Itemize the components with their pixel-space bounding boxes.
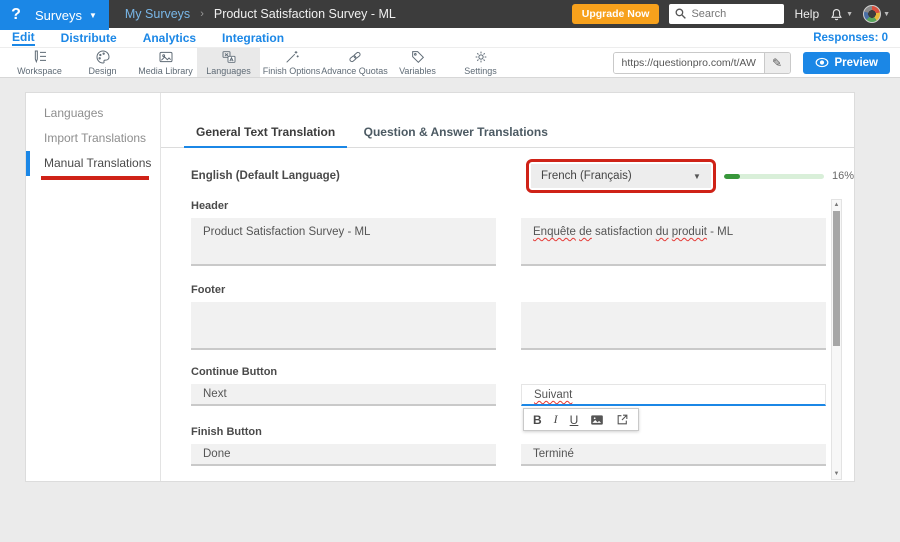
scroll-up-icon[interactable]: ▲ (832, 200, 841, 210)
nav-analytics[interactable]: Analytics (143, 31, 196, 45)
language-selector-row: English (Default Language) French (Franç… (161, 161, 854, 191)
vertical-scrollbar[interactable]: ▲ ▼ (831, 199, 842, 480)
breadcrumb-my-surveys[interactable]: My Surveys (125, 7, 190, 21)
bell-icon (829, 7, 844, 22)
nav-distribute[interactable]: Distribute (61, 31, 117, 45)
annotation-red-underline (41, 176, 149, 180)
survey-url-input[interactable] (614, 53, 764, 73)
insert-image-button[interactable] (590, 414, 604, 426)
chevron-down-icon: ▼ (89, 11, 97, 20)
design-icon (94, 49, 112, 65)
translation-progress-percent: 16% (832, 170, 854, 182)
chevron-down-icon: ▼ (693, 172, 701, 181)
global-search (669, 4, 784, 24)
work-area: Languages Import Translations Manual Tra… (0, 78, 900, 542)
toolbar-item-media-library[interactable]: Media Library (134, 48, 197, 77)
questionpro-logo-icon[interactable]: ? (6, 5, 26, 25)
scroll-down-icon[interactable]: ▼ (832, 469, 841, 479)
underline-button[interactable]: U (570, 413, 579, 427)
finish-source-field[interactable] (191, 444, 496, 466)
preview-button[interactable]: Preview (803, 52, 890, 74)
footer-translation-field[interactable] (521, 302, 826, 350)
variables-icon (409, 49, 427, 65)
media-library-icon (157, 49, 175, 65)
translations-content: General Text Translation Question & Answ… (161, 93, 854, 481)
external-link-icon (616, 413, 629, 426)
field-row-header: Header Product Satisfaction Survey - ML … (191, 200, 854, 266)
avatar (863, 5, 881, 23)
translation-tabs: General Text Translation Question & Answ… (161, 123, 854, 148)
responses-count[interactable]: Responses: 0 (813, 32, 888, 44)
target-language-dropdown[interactable]: French (Français) ▼ (531, 164, 711, 188)
survey-nav: Edit Distribute Analytics Integration Re… (0, 28, 900, 48)
toolbar-item-languages[interactable]: Languages (197, 48, 260, 77)
top-right-controls: Upgrade Now Help ▼ ▼ (572, 0, 900, 28)
workspace-icon (31, 49, 49, 65)
toolbar-item-design[interactable]: Design (71, 48, 134, 77)
italic-button[interactable]: I (554, 412, 558, 427)
sidebar-item-languages[interactable]: Languages (26, 101, 160, 126)
edit-url-icon[interactable]: ✎ (764, 53, 790, 73)
translations-panel: Languages Import Translations Manual Tra… (25, 92, 855, 482)
account-menu[interactable]: ▼ (863, 5, 890, 23)
scrollbar-thumb[interactable] (833, 211, 840, 346)
translation-rows: Header Product Satisfaction Survey - ML … (161, 200, 854, 482)
header-translation-field[interactable]: Enquête de satisfaction du produit - ML (521, 218, 826, 266)
toolbar-spacer (512, 48, 613, 77)
survey-title: Product Satisfaction Survey - ML (214, 7, 396, 21)
languages-icon (220, 49, 238, 65)
edit-toolbar: Workspace Design Media Library Languages… (0, 48, 900, 78)
image-icon (590, 414, 604, 426)
toolbar-item-advance-quotas[interactable]: Advance Quotas (323, 48, 386, 77)
eye-icon (815, 57, 829, 68)
toolbar-item-finish-options[interactable]: Finish Options (260, 48, 323, 77)
notifications-menu[interactable]: ▼ (829, 7, 853, 22)
sidebar-item-manual-translations[interactable]: Manual Translations (26, 151, 160, 176)
header-source-field[interactable]: Product Satisfaction Survey - ML (191, 218, 496, 266)
help-link[interactable]: Help (794, 7, 819, 21)
tab-question-answer-translations[interactable]: Question & Answer Translations (352, 125, 560, 146)
field-row-continue-button: Continue Button Suivant B I U (191, 366, 854, 406)
upgrade-now-button[interactable]: Upgrade Now (572, 4, 660, 24)
field-row-finish-button: Finish Button (191, 426, 854, 466)
continue-source-field[interactable] (191, 384, 496, 406)
top-bar: ? Surveys ▼ My Surveys › Product Satisfa… (0, 0, 900, 28)
search-icon (674, 7, 687, 20)
toolbar-item-variables[interactable]: Variables (386, 48, 449, 77)
chevron-down-icon: ▼ (846, 11, 853, 18)
settings-icon (472, 49, 490, 65)
finish-translation-field[interactable] (521, 444, 826, 466)
translation-progress-fill (724, 174, 740, 179)
translations-sidebar: Languages Import Translations Manual Tra… (26, 93, 161, 481)
footer-source-field[interactable] (191, 302, 496, 350)
advance-quotas-icon (346, 49, 364, 65)
field-row-footer: Footer (191, 284, 854, 350)
breadcrumb: My Surveys › Product Satisfaction Survey… (125, 0, 396, 28)
format-toolbar: B I U (523, 408, 639, 431)
survey-url-control: ✎ (613, 52, 791, 74)
finish-options-icon (283, 49, 301, 65)
continue-translation-field[interactable]: Suivant (521, 384, 826, 406)
questionpro-app: ? Surveys ▼ My Surveys › Product Satisfa… (0, 0, 900, 542)
insert-link-button[interactable] (616, 413, 629, 426)
chevron-down-icon: ▼ (883, 11, 890, 18)
nav-edit[interactable]: Edit (12, 30, 35, 46)
product-label: Surveys (35, 8, 82, 23)
annotation-red-box: French (Français) ▼ (526, 159, 716, 193)
breadcrumb-separator: › (200, 8, 204, 20)
toolbar-item-workspace[interactable]: Workspace (8, 48, 71, 77)
sidebar-item-import-translations[interactable]: Import Translations (26, 126, 160, 151)
product-switcher[interactable]: ? Surveys ▼ (0, 0, 109, 30)
nav-integration[interactable]: Integration (222, 31, 284, 45)
translation-progress-bar (724, 174, 824, 179)
bold-button[interactable]: B (533, 413, 542, 427)
source-language-label: English (Default Language) (191, 170, 526, 182)
toolbar-item-settings[interactable]: Settings (449, 48, 512, 77)
tab-general-text-translation[interactable]: General Text Translation (184, 125, 347, 148)
